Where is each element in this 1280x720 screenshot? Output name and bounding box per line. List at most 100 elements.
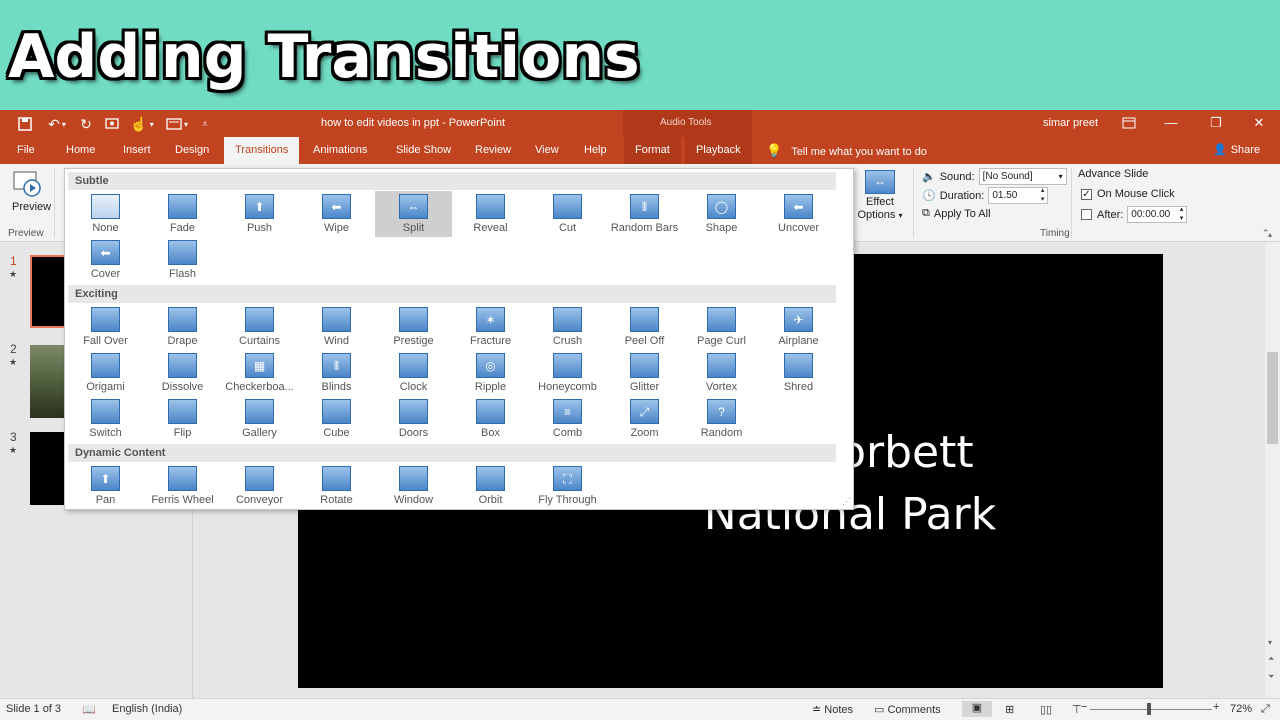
transition-blinds[interactable]: ⦀ Blinds <box>298 350 375 396</box>
tab-playback[interactable]: Playback <box>685 137 752 164</box>
start-from-beginning-icon[interactable] <box>102 114 124 134</box>
tab-home[interactable]: Home <box>55 137 106 164</box>
touch-mode-icon[interactable]: ☝ ▾ <box>128 114 156 134</box>
transition-uncover[interactable]: ⬅ Uncover <box>760 191 837 237</box>
transition-wipe[interactable]: ⬅ Wipe <box>298 191 375 237</box>
spinner-icon[interactable]: ▴ ▾ <box>1041 186 1045 204</box>
tab-design[interactable]: Design <box>164 137 220 164</box>
scroll-down-icon[interactable]: ▾ <box>1268 638 1272 647</box>
on-mouse-click-checkbox[interactable]: ✓ On Mouse Click <box>1081 188 1175 200</box>
transition-clock[interactable]: Clock <box>375 350 452 396</box>
tab-transitions[interactable]: Transitions <box>224 137 300 164</box>
tab-slide-show[interactable]: Slide Show <box>385 137 462 164</box>
zoom-slider-thumb[interactable] <box>1147 703 1151 715</box>
redo-icon[interactable]: ↻ <box>76 114 96 134</box>
ribbon-display-icon[interactable] <box>1116 113 1142 133</box>
transition-crush[interactable]: Crush <box>529 304 606 350</box>
transition-curtains[interactable]: Curtains <box>221 304 298 350</box>
transition-glitter[interactable]: Glitter <box>606 350 683 396</box>
transition-fade[interactable]: Fade <box>144 191 221 237</box>
transition-gallery[interactable]: Gallery <box>221 396 298 442</box>
zoom-slider[interactable] <box>1090 709 1212 710</box>
tab-format[interactable]: Format <box>624 137 681 164</box>
transition-cut[interactable]: Cut <box>529 191 606 237</box>
tell-me-search[interactable]: 💡 Tell me what you want to do <box>766 137 927 164</box>
spell-check-icon[interactable]: 📖 <box>82 703 96 716</box>
zoom-level[interactable]: 72% <box>1230 703 1252 715</box>
transition-rotate[interactable]: Rotate <box>298 463 375 509</box>
transition-doors[interactable]: Doors <box>375 396 452 442</box>
restore-icon[interactable]: ❐ <box>1203 113 1229 133</box>
transition-airplane[interactable]: ✈ Airplane <box>760 304 837 350</box>
scrollbar-thumb[interactable] <box>1267 352 1278 444</box>
close-icon[interactable]: ✕ <box>1246 113 1272 133</box>
effect-options-button[interactable]: ⇔ Effect Options ▾ <box>855 168 905 228</box>
transition-honeycomb[interactable]: Honeycomb <box>529 350 606 396</box>
after-checkbox[interactable] <box>1081 209 1092 220</box>
slide-layout-icon[interactable]: ▾ <box>162 114 192 134</box>
apply-to-all-button[interactable]: ⧉ Apply To All <box>922 207 991 220</box>
transition-zoom[interactable]: ⤢ Zoom <box>606 396 683 442</box>
transition-fall-over[interactable]: Fall Over <box>67 304 144 350</box>
transition-split[interactable]: ⇔ Split <box>375 191 452 237</box>
transition-random[interactable]: ? Random <box>683 396 760 442</box>
transition-comb[interactable]: ≡ Comb <box>529 396 606 442</box>
transition-dissolve[interactable]: Dissolve <box>144 350 221 396</box>
transition-fracture[interactable]: ✶ Fracture <box>452 304 529 350</box>
normal-view-icon[interactable]: ▣ <box>962 701 992 717</box>
resize-grip-icon[interactable]: ⋰ <box>842 496 851 507</box>
tab-help[interactable]: Help <box>573 137 618 164</box>
spinner-icon[interactable]: ▴ ▾ <box>1180 205 1184 223</box>
sound-select[interactable]: [No Sound] ▾ <box>978 168 1067 185</box>
tab-file[interactable]: File <box>6 137 46 164</box>
tab-view[interactable]: View <box>524 137 570 164</box>
tab-review[interactable]: Review <box>464 137 522 164</box>
scroll-up-icon[interactable]: ▴ <box>1268 230 1272 239</box>
transition-conveyor[interactable]: Conveyor <box>221 463 298 509</box>
zoom-out-icon[interactable]: − <box>1081 701 1087 713</box>
previous-slide-icon[interactable]: ⏶ <box>1268 654 1274 664</box>
transition-window[interactable]: Window <box>375 463 452 509</box>
user-name[interactable]: simar preet <box>1043 117 1098 129</box>
transition-cube[interactable]: Cube <box>298 396 375 442</box>
after-input[interactable]: 00:00.00 ▴ ▾ <box>1127 205 1188 223</box>
transition-ferris-wheel[interactable]: Ferris Wheel <box>144 463 221 509</box>
vertical-scrollbar[interactable]: ▴ ▾ ⏶ ⏷ <box>1265 230 1280 698</box>
preview-button[interactable]: Preview <box>4 166 51 226</box>
minimize-icon[interactable]: — <box>1158 113 1184 133</box>
comments-button[interactable]: ▭ Comments <box>874 703 941 716</box>
transition-checkerboa[interactable]: ▦ Checkerboa... <box>221 350 298 396</box>
transition-prestige[interactable]: Prestige <box>375 304 452 350</box>
transition-vortex[interactable]: Vortex <box>683 350 760 396</box>
share-button[interactable]: 👤 Share <box>1213 137 1260 164</box>
tab-insert[interactable]: Insert <box>112 137 162 164</box>
reading-view-icon[interactable]: ▯▯ <box>1040 703 1052 716</box>
transition-peel-off[interactable]: Peel Off <box>606 304 683 350</box>
save-icon[interactable] <box>14 114 36 134</box>
next-slide-icon[interactable]: ⏷ <box>1268 672 1274 682</box>
transition-wind[interactable]: Wind <box>298 304 375 350</box>
transition-orbit[interactable]: Orbit <box>452 463 529 509</box>
fit-to-window-icon[interactable]: ⤢ <box>1261 703 1270 716</box>
language[interactable]: English (India) <box>112 703 182 715</box>
transition-cover[interactable]: ⬅ Cover <box>67 237 144 283</box>
notes-button[interactable]: ≐ Notes <box>812 703 853 716</box>
transition-push[interactable]: ⬆ Push <box>221 191 298 237</box>
transition-drape[interactable]: Drape <box>144 304 221 350</box>
transition-origami[interactable]: Origami <box>67 350 144 396</box>
zoom-in-icon[interactable]: + <box>1213 701 1219 713</box>
transition-flash[interactable]: Flash <box>144 237 221 283</box>
transition-shape[interactable]: ◯ Shape <box>683 191 760 237</box>
tab-animations[interactable]: Animations <box>302 137 378 164</box>
transition-switch[interactable]: Switch <box>67 396 144 442</box>
customize-qat-icon[interactable]: ⩡ <box>198 114 212 134</box>
transition-page-curl[interactable]: Page Curl <box>683 304 760 350</box>
duration-input[interactable]: 01.50 ▴ ▾ <box>988 186 1049 204</box>
transition-fly-through[interactable]: ⛶ Fly Through <box>529 463 606 509</box>
slide-sorter-icon[interactable]: ⊞ <box>1005 703 1014 716</box>
transition-shred[interactable]: Shred <box>760 350 837 396</box>
transition-pan[interactable]: ⬆ Pan <box>67 463 144 509</box>
transition-ripple[interactable]: ◎ Ripple <box>452 350 529 396</box>
transition-reveal[interactable]: Reveal <box>452 191 529 237</box>
transition-none[interactable]: None <box>67 191 144 237</box>
